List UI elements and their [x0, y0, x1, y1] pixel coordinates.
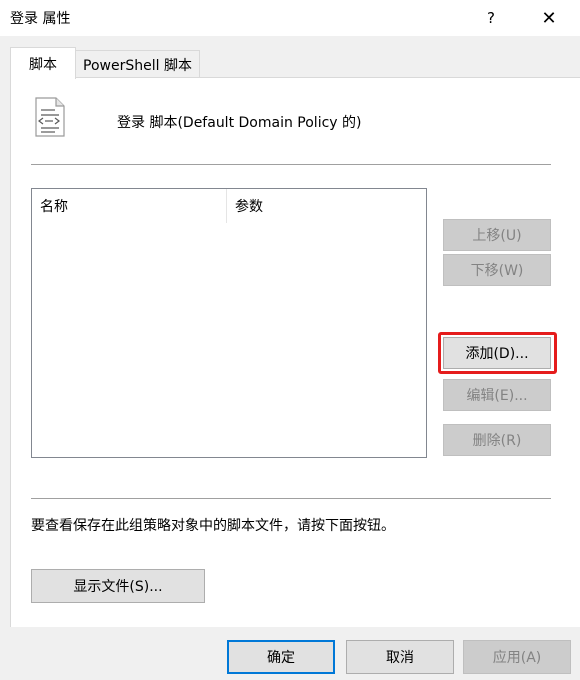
- scripts-panel: 登录 脚本(Default Domain Policy 的) 名称 参数 上移(…: [10, 77, 580, 627]
- script-header-label: 登录 脚本(Default Domain Policy 的): [117, 115, 362, 131]
- tab-strip: 脚本 PowerShell 脚本: [0, 36, 580, 79]
- close-button[interactable]: ✕: [526, 0, 572, 36]
- window-title: 登录 属性: [10, 11, 71, 27]
- separator-top: [31, 164, 551, 165]
- column-header-name[interactable]: 名称: [32, 189, 227, 223]
- separator-bottom: [31, 498, 551, 499]
- column-header-parameters[interactable]: 参数: [227, 189, 426, 223]
- help-button[interactable]: ?: [468, 0, 514, 36]
- cancel-button[interactable]: 取消: [346, 640, 454, 674]
- tab-scripts[interactable]: 脚本: [10, 47, 76, 79]
- add-button[interactable]: 添加(D)...: [443, 337, 551, 369]
- title-bar: 登录 属性 ? ✕: [0, 0, 580, 36]
- help-icon: ?: [487, 9, 495, 27]
- show-files-button[interactable]: 显示文件(S)...: [31, 569, 205, 603]
- scripts-list[interactable]: 名称 参数: [31, 188, 427, 458]
- edit-button[interactable]: 编辑(E)...: [443, 379, 551, 411]
- close-icon: ✕: [541, 7, 557, 29]
- tab-powershell-scripts[interactable]: PowerShell 脚本: [75, 50, 200, 78]
- move-down-button[interactable]: 下移(W): [443, 254, 551, 286]
- move-up-button[interactable]: 上移(U): [443, 219, 551, 251]
- apply-button[interactable]: 应用(A): [463, 640, 571, 674]
- delete-button[interactable]: 删除(R): [443, 424, 551, 456]
- ok-button[interactable]: 确定: [227, 640, 335, 674]
- show-files-info-text: 要查看保存在此组策略对象中的脚本文件，请按下面按钮。: [31, 518, 395, 534]
- script-document-icon: [35, 97, 65, 137]
